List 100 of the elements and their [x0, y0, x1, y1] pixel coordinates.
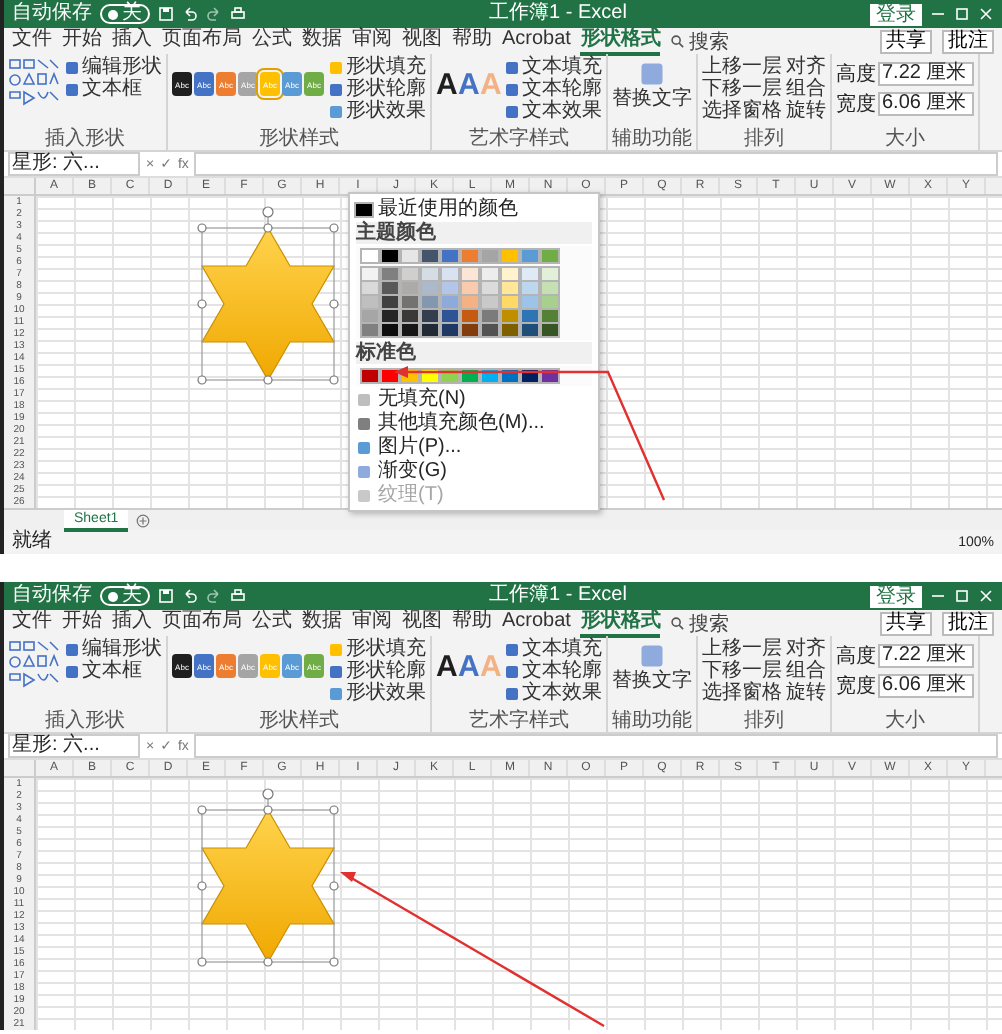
color-swatch[interactable]: [462, 324, 478, 336]
color-swatch[interactable]: [422, 268, 438, 280]
maximize-icon[interactable]: [954, 6, 970, 22]
ribbon-tab[interactable]: 公式: [252, 28, 292, 54]
color-swatch[interactable]: [422, 296, 438, 308]
search-button[interactable]: 搜索: [670, 609, 729, 637]
menu-item[interactable]: 图片(P)...: [356, 436, 592, 458]
ribbon-button[interactable]: 编辑形状: [64, 56, 162, 78]
ribbon-button[interactable]: 形状轮廓: [328, 78, 426, 100]
color-swatch[interactable]: [482, 296, 498, 308]
ribbon-button[interactable]: 形状填充: [328, 638, 426, 660]
color-swatch[interactable]: [482, 250, 498, 262]
ribbon-action-button[interactable]: 批注: [942, 29, 994, 53]
color-swatch[interactable]: [402, 296, 418, 308]
ribbon-tab[interactable]: 视图: [402, 610, 442, 636]
color-swatch[interactable]: [382, 310, 398, 322]
ribbon-button[interactable]: 文本填充: [504, 56, 602, 78]
ribbon-button[interactable]: 替换文字: [612, 56, 692, 110]
name-box[interactable]: 星形: 六...: [8, 734, 140, 758]
wordart-style[interactable]: A: [458, 68, 478, 102]
color-swatch[interactable]: [542, 310, 558, 322]
color-swatch[interactable]: [502, 324, 518, 336]
star-shape[interactable]: [200, 808, 336, 964]
sign-in-button[interactable]: 登录: [870, 3, 922, 25]
name-box[interactable]: 星形: 六...: [8, 152, 140, 176]
color-swatch[interactable]: [382, 296, 398, 308]
ribbon-tab[interactable]: 公式: [252, 610, 292, 636]
color-swatch[interactable]: [522, 282, 538, 294]
color-swatch[interactable]: [462, 296, 478, 308]
ribbon-action-button[interactable]: 共享: [880, 611, 932, 635]
color-swatch[interactable]: [442, 282, 458, 294]
ribbon-tab[interactable]: 开始: [62, 610, 102, 636]
ribbon-button[interactable]: 文本效果: [504, 682, 602, 704]
ribbon-button[interactable]: 形状效果: [328, 100, 426, 122]
color-swatch[interactable]: [362, 370, 378, 382]
ribbon-button[interactable]: 组合: [786, 660, 826, 682]
color-swatch[interactable]: [442, 310, 458, 322]
color-swatch[interactable]: [502, 296, 518, 308]
color-swatch[interactable]: [362, 250, 378, 262]
ribbon-tab[interactable]: 审阅: [352, 610, 392, 636]
wordart-style[interactable]: A: [458, 650, 478, 684]
print-icon[interactable]: [230, 588, 246, 604]
color-swatch[interactable]: [382, 282, 398, 294]
color-swatch[interactable]: [502, 282, 518, 294]
size-field[interactable]: 6.06 厘米: [878, 92, 974, 116]
wordart-style[interactable]: A: [436, 68, 456, 102]
search-button[interactable]: 搜索: [670, 27, 729, 55]
formula-input[interactable]: [194, 152, 998, 176]
cell-grid[interactable]: [36, 778, 1002, 1030]
color-swatch[interactable]: [522, 250, 538, 262]
menu-item[interactable]: 渐变(G): [356, 460, 592, 482]
color-swatch[interactable]: [502, 268, 518, 280]
color-swatch[interactable]: [362, 296, 378, 308]
ribbon-button[interactable]: 组合: [786, 78, 826, 100]
ribbon-button[interactable]: 对齐: [786, 56, 826, 78]
ribbon-action-button[interactable]: 批注: [942, 611, 994, 635]
color-swatch[interactable]: [382, 324, 398, 336]
color-swatch[interactable]: [522, 310, 538, 322]
print-icon[interactable]: [230, 6, 246, 22]
ribbon-button[interactable]: 形状效果: [328, 682, 426, 704]
selection-frame[interactable]: [197, 206, 339, 385]
ribbon-tab[interactable]: 文件: [12, 28, 52, 54]
ribbon-button[interactable]: 旋转: [786, 682, 826, 704]
ribbon-button[interactable]: 文本框: [64, 660, 162, 682]
color-swatch[interactable]: [382, 250, 398, 262]
undo-icon[interactable]: [182, 588, 198, 604]
ribbon-button[interactable]: 下移一层: [702, 78, 782, 100]
color-swatch[interactable]: [382, 268, 398, 280]
close-icon[interactable]: [978, 588, 994, 604]
color-swatch[interactable]: [402, 282, 418, 294]
star-shape[interactable]: [200, 226, 336, 382]
ribbon-button[interactable]: 对齐: [786, 638, 826, 660]
color-swatch[interactable]: [402, 250, 418, 262]
color-swatch[interactable]: [442, 250, 458, 262]
sign-in-button[interactable]: 登录: [870, 585, 922, 607]
ribbon-tab[interactable]: 开始: [62, 28, 102, 54]
ribbon-tab[interactable]: Acrobat: [502, 28, 571, 54]
color-swatch[interactable]: [356, 203, 372, 215]
ribbon-tab[interactable]: 数据: [302, 28, 342, 54]
color-swatch[interactable]: [482, 324, 498, 336]
color-swatch[interactable]: [442, 268, 458, 280]
color-swatch[interactable]: [402, 268, 418, 280]
size-field[interactable]: 7.22 厘米: [878, 644, 974, 668]
ribbon-button[interactable]: 上移一层: [702, 56, 782, 78]
ribbon-action-button[interactable]: 共享: [880, 29, 932, 53]
color-swatch[interactable]: [422, 324, 438, 336]
ribbon-tab[interactable]: 页面布局: [162, 610, 242, 636]
ribbon-button[interactable]: 形状填充: [328, 56, 426, 78]
color-swatch[interactable]: [482, 282, 498, 294]
color-swatch[interactable]: [362, 268, 378, 280]
color-swatch[interactable]: [382, 370, 398, 382]
color-swatch[interactable]: [462, 268, 478, 280]
ribbon-tab[interactable]: 文件: [12, 610, 52, 636]
size-field[interactable]: 7.22 厘米: [878, 62, 974, 86]
color-swatch[interactable]: [542, 282, 558, 294]
redo-icon[interactable]: [206, 6, 222, 22]
ribbon-tab[interactable]: 帮助: [452, 28, 492, 54]
color-swatch[interactable]: [442, 324, 458, 336]
ribbon-button[interactable]: 选择窗格: [702, 682, 782, 704]
ribbon-button[interactable]: 替换文字: [612, 638, 692, 692]
